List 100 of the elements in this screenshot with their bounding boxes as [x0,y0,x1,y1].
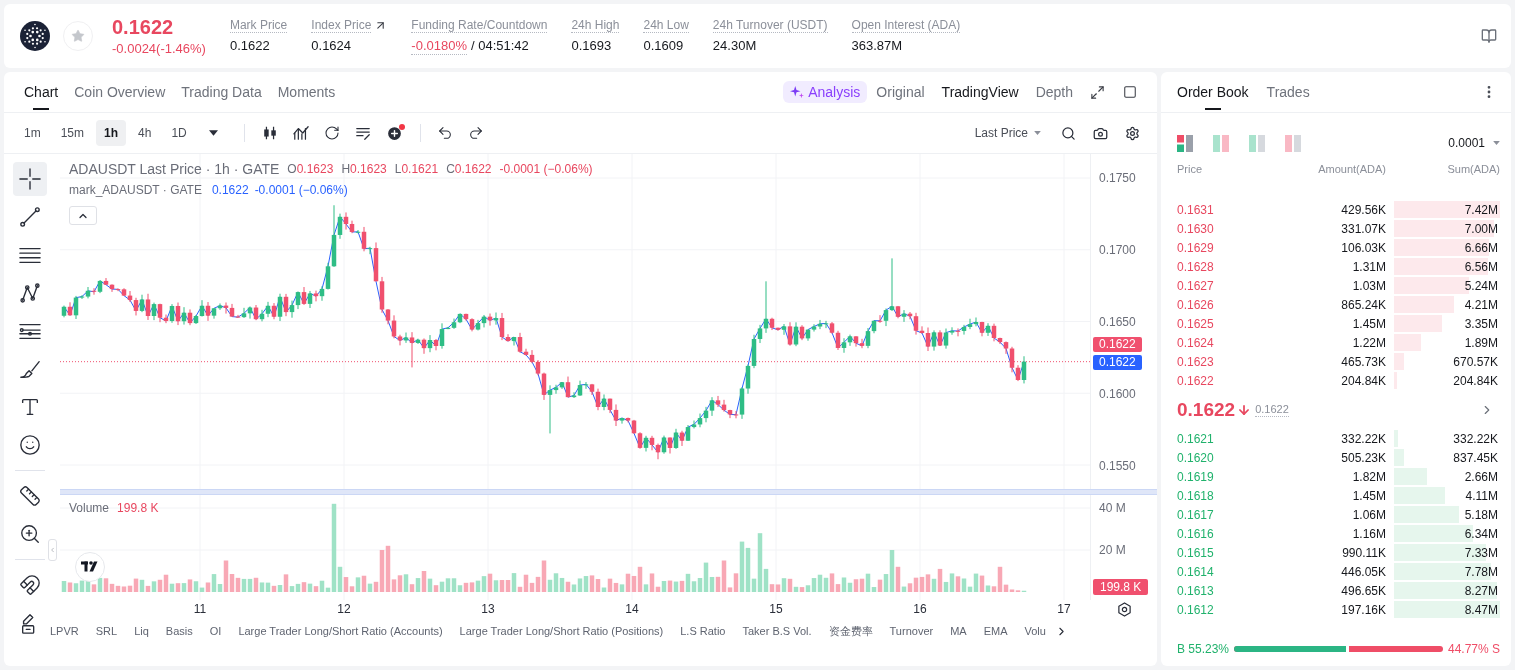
order-price: 0.1631 [1177,202,1215,217]
price-axis-label: 0.1650 [1099,315,1137,329]
coin-logo-icon [20,21,50,51]
stat-label: Index Price [311,18,372,33]
order-sum: 332.22K [1453,431,1499,446]
order-amount: 106.03K [1340,240,1386,255]
indicator-button[interactable]: Basis [165,624,193,638]
price-badge: 0.1622 [1093,355,1142,370]
order-book-tab[interactable]: Order Book [1177,72,1249,112]
indicator-button[interactable]: Large Trader Long/Short Ratio (Positions) [459,624,664,638]
magnet-icon [19,574,41,596]
chart-view-tab[interactable]: Original [876,81,925,103]
chart-tab[interactable]: Chart [24,72,59,112]
camera-icon[interactable] [1093,125,1108,141]
order-price: 0.1618 [1177,488,1215,503]
order-price: 0.1629 [1177,240,1215,255]
indicator-button[interactable]: Large Trader Long/Short Ratio (Accounts) [238,624,443,638]
search-icon[interactable] [1061,125,1076,141]
order-price: 0.1628 [1177,259,1215,274]
order-amount: 204.84K [1340,373,1386,388]
indicator-button[interactable]: MA [950,624,967,638]
chart-tab[interactable]: Coin Overview [74,72,166,112]
add-icon[interactable] [385,125,403,142]
caret-icon[interactable] [208,130,218,136]
replay-icon[interactable] [323,125,340,141]
chart-view-tab[interactable]: TradingView [941,81,1019,103]
indicator-button[interactable]: Volu [1024,624,1046,638]
symbol-title: ADAUSDT Last Price · 1h · GATE [69,161,280,178]
indicator-chart-icon[interactable] [292,125,309,141]
timeframe-button[interactable]: 1h [96,120,127,146]
smiley-icon [19,434,41,456]
order-sum: 5.18M [1464,507,1499,522]
book-icon[interactable] [1481,28,1497,44]
analysis-button[interactable]: Analysis [783,81,868,103]
candles-icon[interactable] [261,125,278,141]
indicator-button[interactable]: L.S Ratio [680,624,726,638]
order-price: 0.1622 [1177,373,1215,388]
mark-symbol-title: mark_ADAUSDT · GATE [69,183,202,198]
order-book-tab[interactable]: Trades [1266,72,1310,112]
crosshair-tool-button[interactable] [13,162,47,196]
order-amount: 429.56K [1340,202,1386,217]
stat-value: 0.1609 [643,38,684,54]
order-amount: 197.16K [1340,602,1386,617]
precision-select[interactable]: 0.0001 [1448,134,1500,152]
brush-icon [19,358,41,380]
order-price: 0.1627 [1177,278,1215,293]
price-axis-label: 0.1550 [1099,459,1137,473]
order-price: 0.1626 [1177,297,1215,312]
time-axis-label: 13 [480,602,496,616]
indicator-button[interactable]: EMA [983,624,1008,638]
indicator-button[interactable]: 资金费率 [828,624,873,638]
indicator-button[interactable]: SRL [95,624,118,638]
ohlc-value: L0.1621 [394,162,439,177]
sell-ratio: 44.77% S [1447,642,1500,656]
chart-view-tab[interactable]: Depth [1035,81,1073,103]
mid-price: 0.1622 [1177,399,1236,421]
caret-icon [1493,141,1500,145]
mark-price-value: 0.1622 [211,183,249,198]
order-sum: 7.33M [1464,545,1499,560]
text-icon [19,396,41,418]
order-price: 0.1615 [1177,545,1215,560]
timeframe-button[interactable]: 4h [130,120,160,146]
chart-tab[interactable]: Trading Data [181,72,262,112]
order-sum: 8.47M [1464,602,1499,617]
order-sum: 1.89M [1464,335,1499,350]
sparkle-icon [790,85,805,99]
order-amount: 1.45M [1351,488,1386,503]
order-sum: 4.21M [1464,297,1499,312]
indicator-button[interactable]: LPVR [50,624,79,638]
settings-icon[interactable] [1117,601,1132,617]
expand-icon[interactable] [1090,84,1105,100]
order-price: 0.1625 [1177,316,1215,331]
order-price: 0.1617 [1177,507,1215,522]
chart-tab[interactable]: Moments [277,72,336,112]
timeframe-button[interactable]: 15m [52,120,92,146]
order-amount: 496.65K [1340,583,1386,598]
time-axis-label: 16 [912,602,928,616]
volume-axis-label: 20 M [1099,543,1127,557]
indicator-button[interactable]: Turnover [889,624,934,638]
indicator-button[interactable]: Taker B.S Vol. [742,624,812,638]
collapse-legend-button[interactable] [69,206,97,225]
timeframe-button[interactable]: 1D [163,120,195,146]
price-source-select[interactable]: Last Price [974,124,1041,142]
redo-icon[interactable] [467,125,484,141]
undo-icon[interactable] [436,125,453,141]
settings-icon[interactable] [1125,125,1140,141]
order-sum: 6.34M [1464,526,1499,541]
template-icon[interactable] [354,125,371,141]
line-tool-icon [19,206,41,228]
timeframe-button[interactable]: 1m [16,120,49,146]
order-amount: 331.07K [1340,221,1386,236]
order-sum: 204.84K [1453,373,1499,388]
order-amount: 1.31M [1351,259,1386,274]
stat-value: 0.1622 [229,38,270,54]
ohlc-value: C0.1622 [446,162,492,177]
indicator-button[interactable]: OI [209,624,222,638]
order-amount: 1.22M [1351,335,1386,350]
indicator-button[interactable]: Liq [134,624,149,638]
square-icon[interactable] [1123,85,1137,99]
book-layout-icon[interactable] [1177,134,1193,152]
